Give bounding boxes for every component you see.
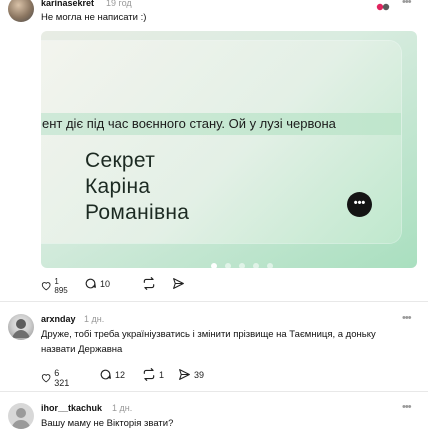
- avatar[interactable]: [8, 314, 34, 340]
- timestamp: 19 год: [106, 0, 132, 8]
- carousel-dot-3[interactable]: [239, 263, 245, 268]
- send-icon: [173, 278, 184, 289]
- carousel-dot-1[interactable]: [211, 263, 217, 268]
- carousel-card[interactable]: ент діє під час воєнного стану. Ой у луз…: [41, 31, 417, 268]
- post-text-line-1: Друже, тобі треба україніузватись і змін…: [41, 329, 376, 340]
- reaction-badge-icon: [376, 3, 390, 11]
- card-name-line-2: Каріна: [85, 175, 151, 198]
- like-button[interactable]: 1 895: [41, 277, 70, 295]
- send-icon: [179, 369, 190, 380]
- avatar[interactable]: [8, 403, 34, 429]
- username[interactable]: karinasekret: [41, 0, 94, 8]
- carousel-dot-4[interactable]: [253, 263, 259, 268]
- default-avatar-icon: [11, 408, 31, 429]
- username[interactable]: ihor__tkachuk: [41, 403, 102, 413]
- repost-button[interactable]: 1: [142, 368, 164, 381]
- carousel-dot-5[interactable]: [267, 263, 273, 268]
- share-button[interactable]: [172, 277, 185, 290]
- divider: [0, 301, 428, 302]
- repost-button[interactable]: [142, 277, 156, 290]
- marquee-text: ент діє під час воєнного стану. Ой у луз…: [41, 113, 401, 135]
- card-more-button[interactable]: •••: [347, 192, 372, 217]
- repost-icon: [143, 368, 155, 381]
- heart-icon: [41, 282, 51, 291]
- comment-count: 10: [100, 278, 111, 289]
- card-name-line-1: Секрет: [85, 149, 156, 172]
- timestamp: 1 дн.: [84, 314, 105, 324]
- like-button[interactable]: 6 321: [41, 368, 72, 388]
- repost-count: 1: [159, 369, 165, 380]
- share-button[interactable]: 39: [178, 368, 204, 381]
- like-count: 1 895: [54, 277, 68, 295]
- comment-button[interactable]: 10: [84, 277, 110, 290]
- username[interactable]: arxnday: [41, 314, 76, 324]
- carousel-dot-2[interactable]: [225, 263, 231, 268]
- comment-button[interactable]: 12: [99, 368, 125, 381]
- comment-icon: [85, 278, 96, 289]
- more-options-icon[interactable]: •••: [402, 312, 412, 324]
- share-count: 39: [194, 369, 205, 380]
- divider: [0, 391, 428, 392]
- timestamp: 1 дн.: [112, 403, 133, 413]
- post-text-line-2: назвати Державна: [41, 344, 123, 355]
- card-slide: ент діє під час воєнного стану. Ой у луз…: [41, 41, 401, 243]
- post-text: Не могла не написати :): [41, 12, 147, 23]
- avatar-figure-icon: [12, 319, 30, 338]
- more-options-icon[interactable]: •••: [402, 401, 412, 413]
- comment-count: 12: [115, 369, 126, 380]
- post-text: Вашу маму не Вікторія звати?: [41, 418, 174, 429]
- more-options-icon[interactable]: •••: [402, 0, 412, 8]
- card-name-line-3: Романівна: [85, 201, 190, 224]
- repost-icon: [143, 277, 155, 290]
- comment-icon: [100, 369, 111, 380]
- top-badges: [376, 0, 390, 18]
- like-count: 6 321: [54, 368, 70, 388]
- avatar[interactable]: [8, 0, 34, 22]
- heart-icon: [41, 374, 51, 383]
